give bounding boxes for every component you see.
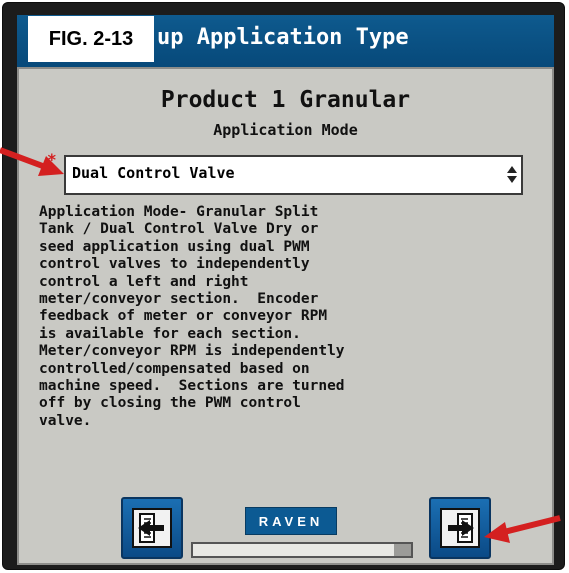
next-button[interactable] (429, 497, 491, 559)
back-arrow-icon (132, 508, 172, 548)
page-title: Product 1 Granular (160, 87, 411, 113)
main-panel: Product 1 Granular Application Mode * Du… (17, 67, 554, 565)
updown-arrows-icon[interactable] (505, 159, 519, 189)
progress-fill (193, 544, 394, 556)
back-button[interactable] (121, 497, 183, 559)
figure-label: FIG. 2-13 (28, 16, 154, 62)
progress-bar (191, 542, 413, 558)
application-mode-select[interactable]: Dual Control Valve (64, 155, 523, 195)
window-title: up Application Type (157, 25, 409, 50)
section-label: Application Mode (213, 121, 358, 139)
select-value: Dual Control Valve (72, 164, 235, 182)
raven-logo: RAVEN (245, 507, 337, 535)
required-marker: * (47, 150, 57, 169)
device-frame: up Application Type Product 1 Granular A… (2, 2, 565, 570)
next-arrow-icon (440, 508, 480, 548)
mode-description: Application Mode- Granular Split Tank / … (39, 204, 345, 429)
